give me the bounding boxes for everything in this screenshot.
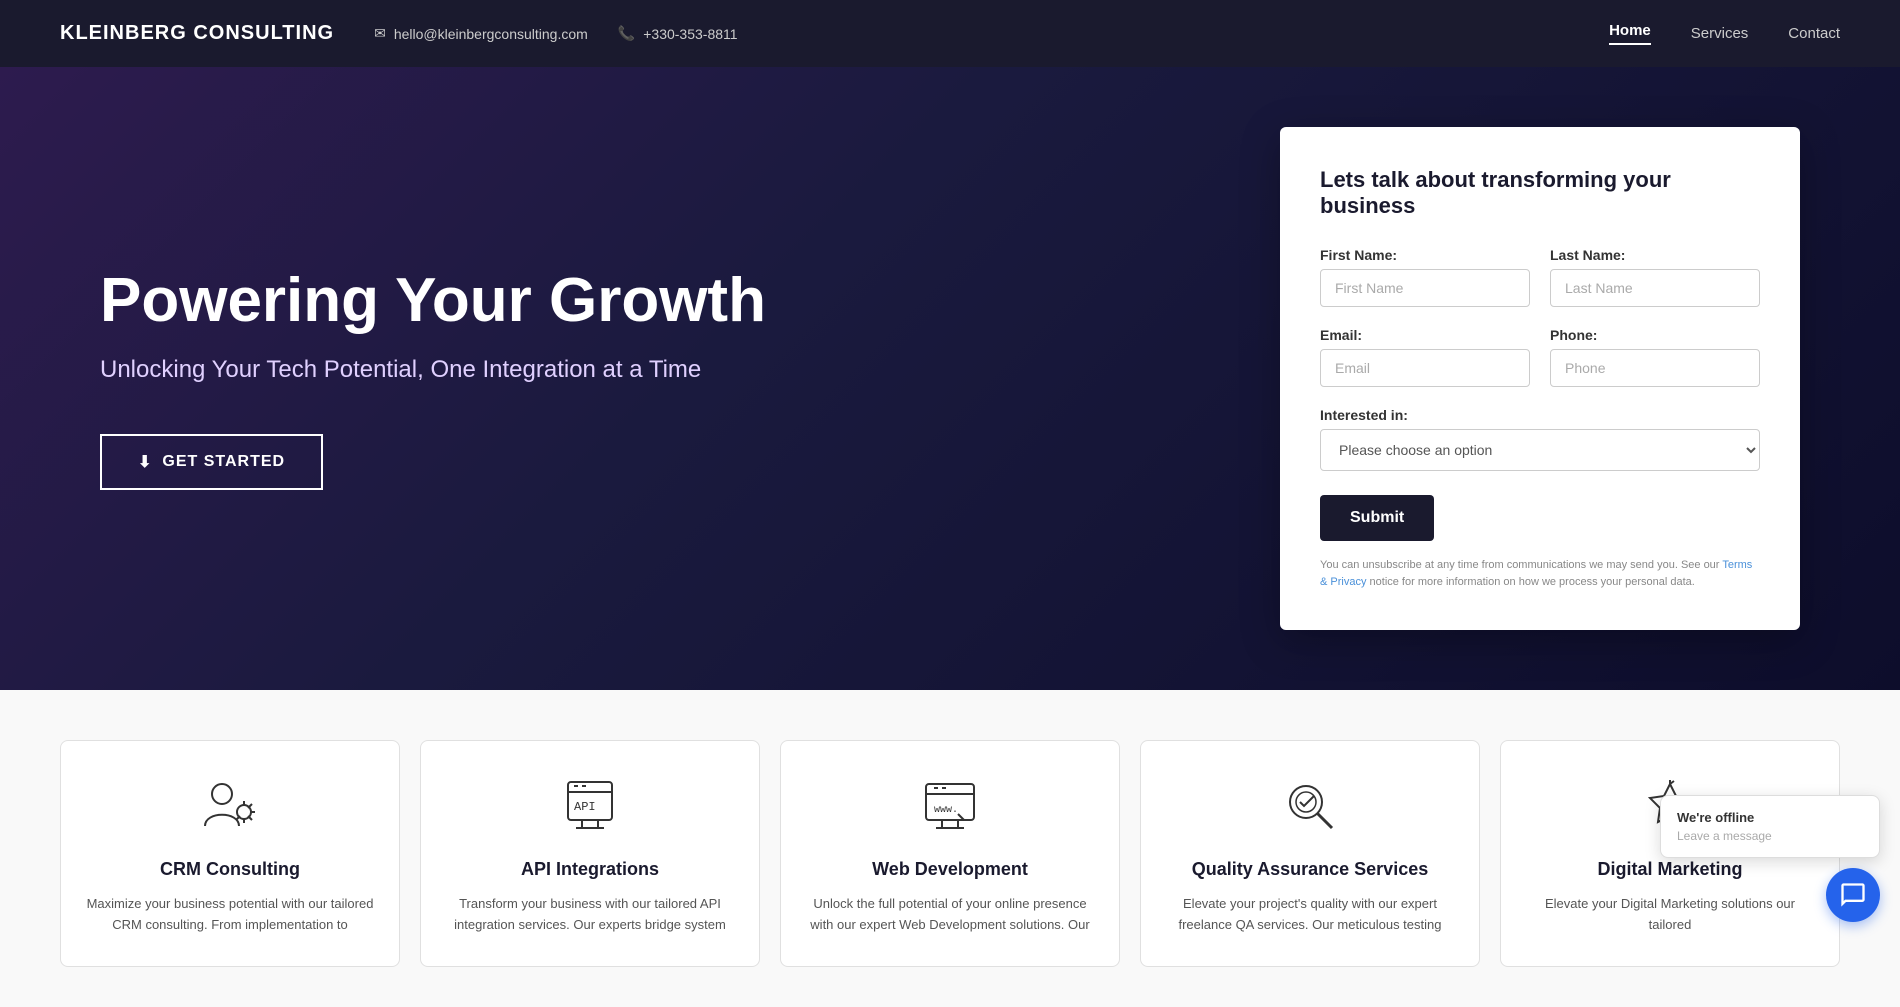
nav-contact[interactable]: Contact — [1788, 25, 1840, 42]
service-card-web: www. Web Development Unlock the full pot… — [780, 740, 1120, 967]
interested-group: Interested in: Please choose an option C… — [1320, 407, 1760, 471]
get-started-button[interactable]: ⬇ GET STARTED — [100, 434, 323, 490]
nav-services[interactable]: Services — [1691, 25, 1749, 42]
navbar: KLEINBERG CONSULTING ✉ hello@kleinbergco… — [0, 0, 1900, 67]
disclaimer-text: You can unsubscribe at any time from com… — [1320, 559, 1722, 571]
nav-home[interactable]: Home — [1609, 22, 1651, 45]
disclaimer-end: notice for more information on how we pr… — [1366, 576, 1694, 588]
hero-section: Powering Your Growth Unlocking Your Tech… — [0, 67, 1900, 690]
service-card-qa: Quality Assurance Services Elevate your … — [1140, 740, 1480, 967]
email-group: Email: — [1320, 327, 1530, 387]
last-name-input[interactable] — [1550, 269, 1760, 307]
web-desc: Unlock the full potential of your online… — [805, 894, 1095, 936]
svg-text:API: API — [574, 800, 596, 814]
chat-box: We're offline Leave a message — [1660, 795, 1880, 858]
services-section: CRM Consulting Maximize your business po… — [0, 690, 1900, 1007]
api-desc: Transform your business with our tailore… — [445, 894, 735, 936]
qa-icon — [1275, 771, 1345, 841]
email-icon: ✉ — [374, 25, 386, 42]
web-title: Web Development — [872, 859, 1028, 880]
first-name-group: First Name: — [1320, 247, 1530, 307]
svg-text:www.: www. — [934, 805, 958, 816]
phone-contact: 📞 +330-353-8811 — [618, 25, 738, 42]
interested-select[interactable]: Please choose an option CRM Consulting A… — [1320, 429, 1760, 471]
form-disclaimer: You can unsubscribe at any time from com… — [1320, 557, 1760, 590]
crm-icon — [195, 771, 265, 841]
last-name-group: Last Name: — [1550, 247, 1760, 307]
first-name-input[interactable] — [1320, 269, 1530, 307]
web-icon: www. — [915, 771, 985, 841]
email-contact: ✉ hello@kleinbergconsulting.com — [374, 25, 588, 42]
interested-label: Interested in: — [1320, 407, 1760, 423]
get-started-icon: ⬇ — [138, 452, 152, 472]
phone-input[interactable] — [1550, 349, 1760, 387]
get-started-label: GET STARTED — [162, 453, 285, 471]
api-icon: API — [555, 771, 625, 841]
email-input[interactable] — [1320, 349, 1530, 387]
phone-group: Phone: — [1550, 327, 1760, 387]
brand-logo: KLEINBERG CONSULTING — [60, 22, 334, 45]
chat-button[interactable] — [1826, 868, 1880, 922]
email-label: Email: — [1320, 327, 1530, 343]
qa-title: Quality Assurance Services — [1192, 859, 1428, 880]
form-contact-row: Email: Phone: — [1320, 327, 1760, 387]
service-card-crm: CRM Consulting Maximize your business po… — [60, 740, 400, 967]
form-title: Lets talk about transforming your busine… — [1320, 167, 1760, 219]
qa-desc: Elevate your project's quality with our … — [1165, 894, 1455, 936]
chat-message-placeholder: Leave a message — [1677, 829, 1863, 843]
first-name-label: First Name: — [1320, 247, 1530, 263]
hero-left: Powering Your Growth Unlocking Your Tech… — [100, 267, 1280, 489]
crm-desc: Maximize your business potential with ou… — [85, 894, 375, 936]
hero-title: Powering Your Growth — [100, 267, 1220, 335]
navbar-contact: ✉ hello@kleinbergconsulting.com 📞 +330-3… — [374, 25, 1609, 42]
hero-subtitle: Unlocking Your Tech Potential, One Integ… — [100, 356, 1220, 384]
chat-status: We're offline — [1677, 810, 1863, 825]
chat-widget: We're offline Leave a message — [1660, 795, 1880, 922]
phone-icon: 📞 — [618, 25, 635, 42]
last-name-label: Last Name: — [1550, 247, 1760, 263]
navbar-links: Home Services Contact — [1609, 22, 1840, 45]
service-card-api: API API Integrations Transform your busi… — [420, 740, 760, 967]
phone-text: +330-353-8811 — [643, 26, 737, 42]
form-name-row: First Name: Last Name: — [1320, 247, 1760, 307]
chat-icon — [1839, 881, 1867, 909]
email-text: hello@kleinbergconsulting.com — [394, 26, 588, 42]
submit-button[interactable]: Submit — [1320, 495, 1434, 541]
phone-label: Phone: — [1550, 327, 1760, 343]
crm-title: CRM Consulting — [160, 859, 300, 880]
contact-form-card: Lets talk about transforming your busine… — [1280, 127, 1800, 630]
api-title: API Integrations — [521, 859, 659, 880]
